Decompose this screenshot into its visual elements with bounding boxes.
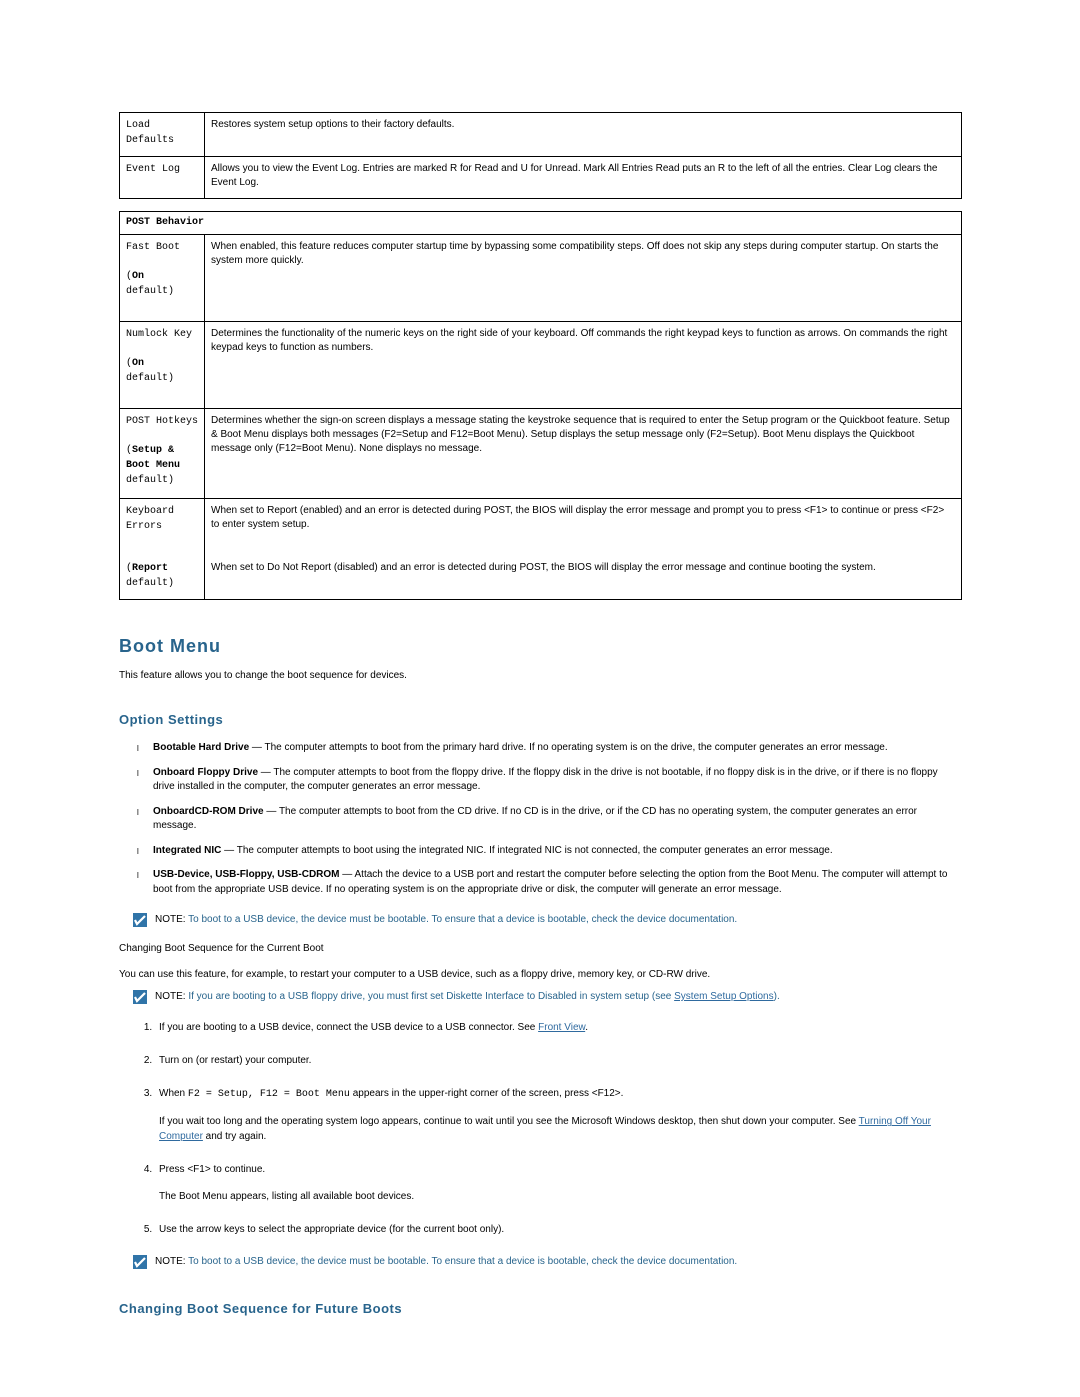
step-item: Turn on (or restart) your computer. [155, 1053, 962, 1068]
option-name: Onboard Floppy Drive [153, 767, 258, 778]
cell-desc: When set to Report (enabled) and an erro… [211, 505, 944, 530]
step-text: Use the arrow keys to select the appropr… [159, 1224, 504, 1235]
cell-label: Keyboard Errors [126, 506, 174, 532]
default-bold: Report [132, 563, 168, 574]
heading-boot-menu: Boot Menu [119, 634, 962, 659]
cell-label: Numlock Key [126, 329, 192, 340]
table-post-behavior: POST Behavior Fast Boot (On default) Whe… [119, 211, 962, 600]
step-item: When F2 = Setup, F12 = Boot Menu appears… [155, 1086, 962, 1144]
heading-option-settings: Option Settings [119, 711, 962, 729]
table-load-defaults: Load Defaults Restores system setup opti… [119, 112, 962, 199]
note-row: NOTE: To boot to a USB device, the devic… [119, 913, 962, 928]
option-desc: — The computer attempts to boot from the… [153, 806, 917, 832]
steps-list: If you are booting to a USB device, conn… [119, 1020, 962, 1237]
list-item: Bootable Hard Drive — The computer attem… [143, 741, 962, 756]
cell-desc: Determines the functionality of the nume… [211, 328, 947, 353]
option-name: USB-Device, USB-Floppy, USB-CDROM [153, 869, 340, 880]
option-desc: — The computer attempts to boot from the… [153, 767, 938, 793]
cell-desc: When set to Do Not Report (disabled) and… [211, 562, 876, 573]
table-header: POST Behavior [126, 217, 204, 228]
step-sub-after: and try again. [203, 1131, 266, 1142]
note-label: NOTE: [155, 1256, 186, 1267]
note-row: NOTE: If you are booting to a USB floppy… [119, 990, 962, 1005]
note-label: NOTE: [155, 914, 186, 925]
default-rest: default) [126, 286, 174, 297]
step-text: If you are booting to a USB device, conn… [159, 1022, 538, 1033]
option-name: Bootable Hard Drive [153, 742, 249, 753]
step-text-before: When [159, 1088, 188, 1099]
cell-label: Load Defaults [126, 120, 174, 146]
default-rest: default) [126, 373, 174, 384]
table-row: Fast Boot (On default) When enabled, thi… [120, 235, 962, 322]
cell-desc: Allows you to view the Event Log. Entrie… [211, 163, 937, 188]
step-text-after: appears in the upper-right corner of the… [350, 1088, 624, 1099]
cell-label: Fast Boot [126, 242, 180, 253]
note-text-after: ). [774, 991, 780, 1002]
heading-future-boots: Changing Boot Sequence for Future Boots [119, 1300, 962, 1318]
step-sub-before: If you wait too long and the operating s… [159, 1116, 859, 1127]
boot-menu-intro: This feature allows you to change the bo… [119, 669, 962, 683]
note-text: To boot to a USB device, the device must… [186, 914, 738, 925]
note-row: NOTE: To boot to a USB device, the devic… [119, 1255, 962, 1270]
note-icon [133, 1255, 147, 1269]
note-label: NOTE: [155, 991, 186, 1002]
option-name: Integrated NIC [153, 845, 221, 856]
option-name: OnboardCD-ROM Drive [153, 806, 264, 817]
list-item: OnboardCD-ROM Drive — The computer attem… [143, 805, 962, 834]
table-row: Keyboard Errors When set to Report (enab… [120, 499, 962, 557]
step-text: Press <F1> to continue. [159, 1164, 265, 1175]
cell-label: Event Log [126, 164, 180, 175]
table-row: Load Defaults Restores system setup opti… [120, 113, 962, 157]
option-desc: — The computer attempts to boot from the… [249, 742, 887, 753]
cell-label: POST Hotkeys [126, 416, 198, 427]
cell-desc: When enabled, this feature reduces compu… [211, 241, 938, 266]
note-text-before: If you are booting to a USB floppy drive… [186, 991, 675, 1002]
default-bold: On [132, 271, 144, 282]
list-item: Onboard Floppy Drive — The computer atte… [143, 766, 962, 795]
table-row: POST Hotkeys (Setup & Boot Menu default)… [120, 409, 962, 499]
note-text: To boot to a USB device, the device must… [186, 1256, 738, 1267]
table-row: Numlock Key (On default) Determines the … [120, 322, 962, 409]
document-page: Load Defaults Restores system setup opti… [0, 0, 1080, 1397]
link-system-setup-options[interactable]: System Setup Options [674, 991, 774, 1002]
list-item: Integrated NIC — The computer attempts t… [143, 844, 962, 859]
step-text-after: . [585, 1022, 588, 1033]
option-desc: — The computer attempts to boot using th… [221, 845, 832, 856]
cell-desc: Determines whether the sign-on screen di… [211, 415, 950, 454]
default-bold: On [132, 358, 144, 369]
step-item: Press <F1> to continue. The Boot Menu ap… [155, 1162, 962, 1204]
default-rest: default) [126, 475, 174, 486]
step-item: If you are booting to a USB device, conn… [155, 1020, 962, 1035]
note-icon [133, 990, 147, 1004]
default-rest: default) [126, 578, 174, 589]
option-list: Bootable Hard Drive — The computer attem… [119, 741, 962, 897]
cell-desc: Restores system setup options to their f… [211, 119, 454, 130]
note-icon [133, 913, 147, 927]
table-row: (Report default) When set to Do Not Repo… [120, 556, 962, 600]
step-code: F2 = Setup, F12 = Boot Menu [188, 1089, 350, 1100]
step-item: Use the arrow keys to select the appropr… [155, 1222, 962, 1237]
link-front-view[interactable]: Front View [538, 1022, 585, 1033]
default-bold: Setup & Boot Menu [126, 445, 180, 471]
step-text: Turn on (or restart) your computer. [159, 1055, 311, 1066]
step-sub: The Boot Menu appears, listing all avail… [159, 1189, 962, 1204]
sub-text: You can use this feature, for example, t… [119, 968, 962, 982]
table-header-row: POST Behavior [120, 212, 962, 235]
table-row: Event Log Allows you to view the Event L… [120, 157, 962, 199]
subheading-current-boot: Changing Boot Sequence for the Current B… [119, 942, 962, 956]
list-item: USB-Device, USB-Floppy, USB-CDROM — Atta… [143, 868, 962, 897]
